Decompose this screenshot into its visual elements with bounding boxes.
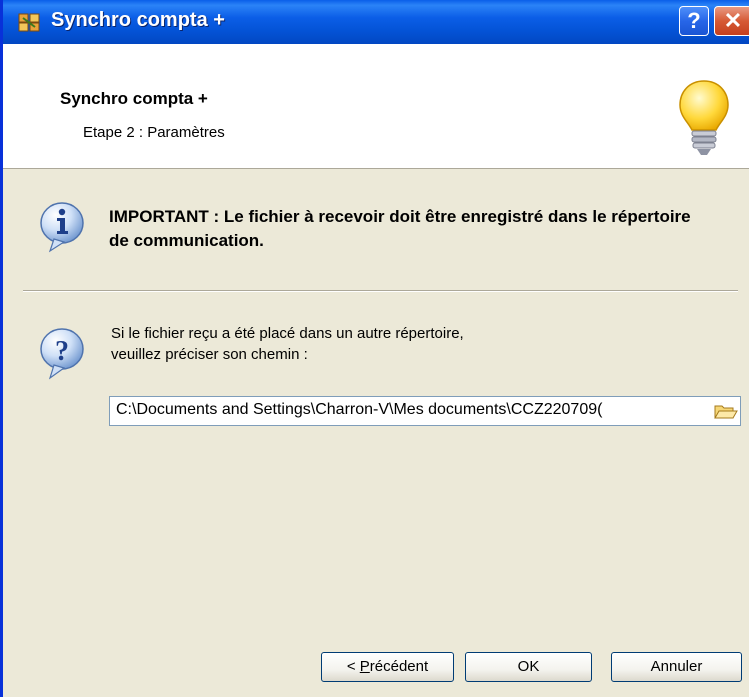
app-icon [18, 13, 40, 32]
window-title: Synchro compta + [51, 9, 225, 31]
wizard-title: Synchro compta + [60, 89, 208, 108]
question-icon: ? [40, 328, 84, 380]
path-hint-line1: Si le fichier reçu a été placé dans un a… [111, 325, 464, 342]
help-button[interactable]: ? [679, 6, 709, 36]
path-hint: Si le fichier reçu a été placé dans un a… [111, 323, 671, 365]
path-hint-line2: veuillez préciser son chemin : [111, 346, 308, 363]
previous-button-rest: récédent [369, 658, 429, 675]
folder-open-icon[interactable] [712, 399, 738, 423]
lightbulb-icon [679, 80, 729, 155]
ok-button[interactable]: OK [465, 652, 592, 682]
previous-button-mnemonic: P [359, 658, 370, 675]
path-input-value[interactable]: C:\Documents and Settings\Charron-V\Mes … [116, 401, 712, 419]
wizard-header: Synchro compta + Etape 2 : Paramètres [3, 44, 749, 169]
cancel-button[interactable]: Annuler [611, 652, 742, 682]
path-input[interactable]: C:\Documents and Settings\Charron-V\Mes … [109, 396, 741, 426]
previous-button-prefix: < [346, 658, 360, 675]
close-button[interactable]: ✕ [714, 6, 749, 36]
previous-button[interactable]: < Précédent [321, 652, 454, 682]
wizard-step: Etape 2 : Paramètres [83, 124, 225, 141]
separator [23, 290, 738, 292]
title-bar[interactable]: Synchro compta + ? ✕ [3, 0, 749, 44]
info-icon [40, 202, 84, 253]
svg-text:?: ? [55, 336, 69, 367]
important-message: IMPORTANT : Le fichier à recevoir doit ê… [109, 207, 691, 250]
dialog-window: Synchro compta + ? ✕ Synchro compta + Et… [0, 0, 749, 697]
